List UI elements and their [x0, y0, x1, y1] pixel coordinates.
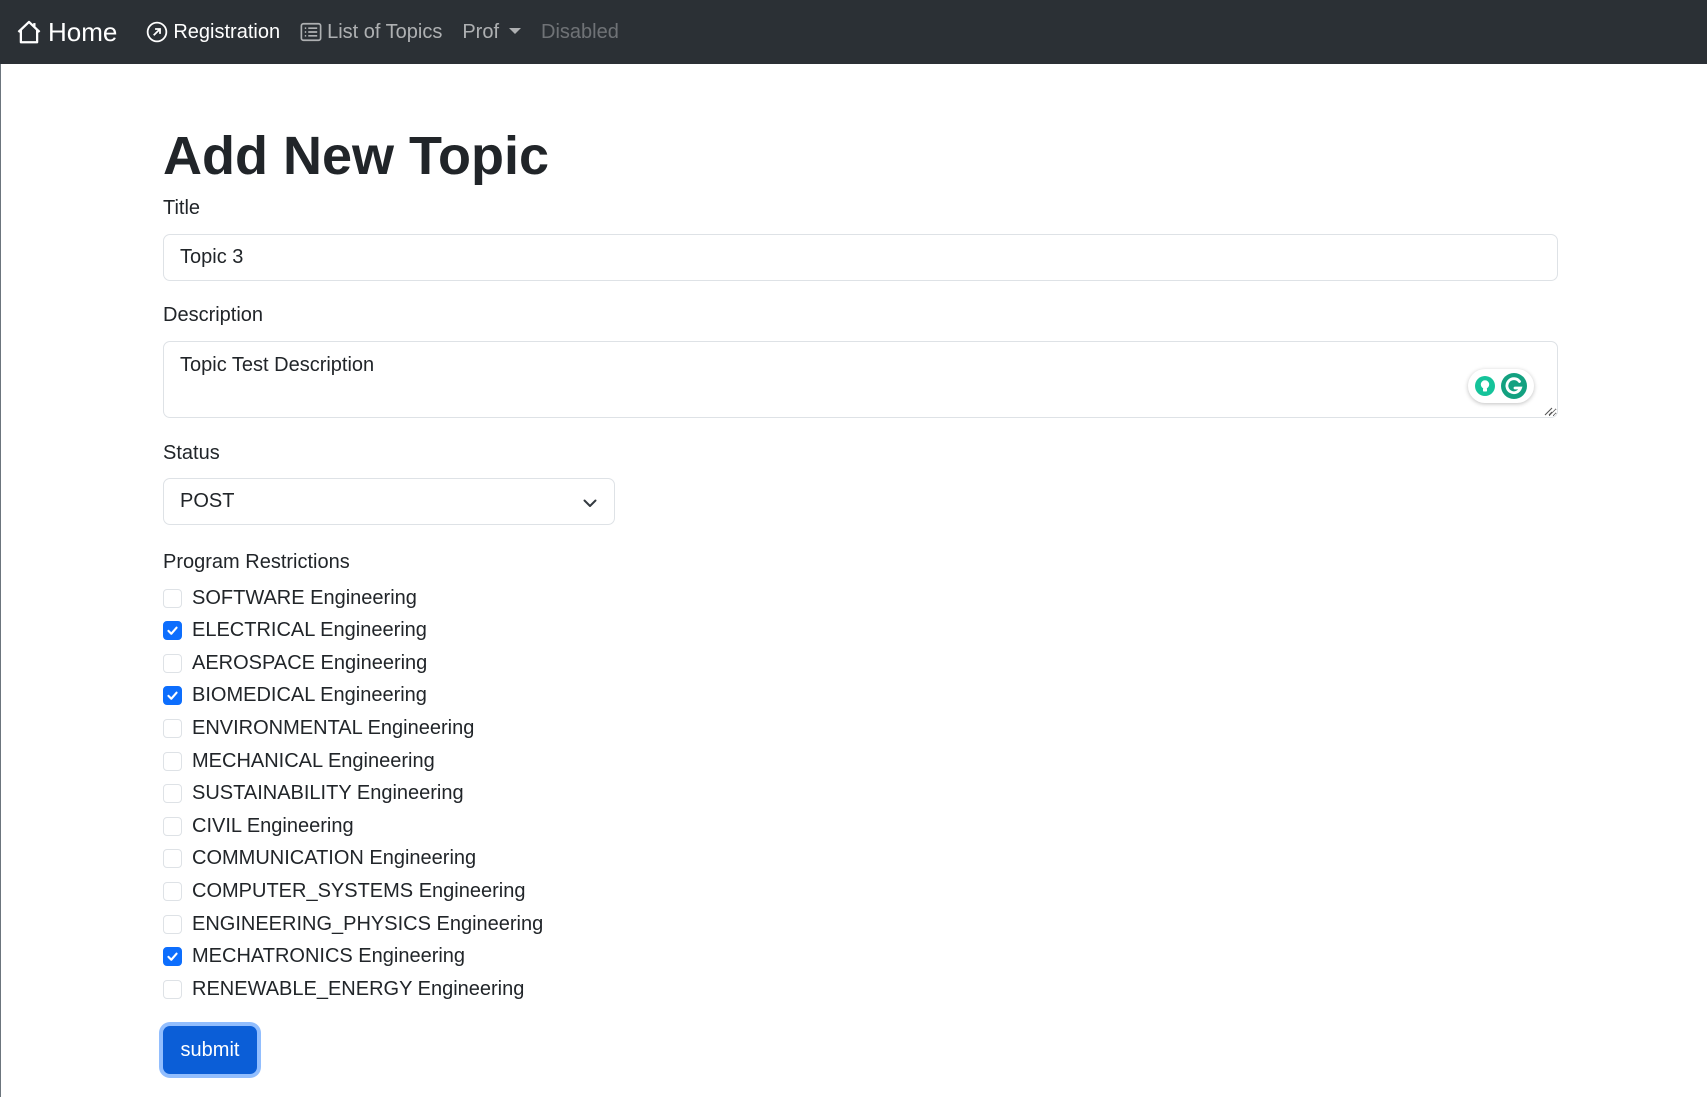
program-checkbox-row[interactable]: SUSTAINABILITY Engineering — [163, 778, 464, 810]
page-left-border — [0, 64, 1, 1097]
nav-registration[interactable]: Registration — [146, 0, 280, 64]
description-label: Description — [163, 304, 264, 326]
checkmark-icon — [167, 691, 178, 701]
program-checkbox-row[interactable]: MECHANICAL Engineering — [163, 745, 435, 777]
program-restrictions-label: Program Restrictions — [163, 551, 350, 573]
nav-disabled: Disabled — [541, 0, 619, 64]
program-checkbox-row[interactable]: ENGINEERING_PHYSICS Engineering — [163, 908, 543, 940]
program-checkbox[interactable] — [163, 947, 182, 967]
program-checkbox-label: MECHANICAL Engineering — [192, 749, 435, 772]
house-icon — [17, 20, 41, 44]
nav-prof-label: Prof — [462, 20, 500, 43]
nav-disabled-label: Disabled — [541, 20, 619, 43]
program-checkbox-row[interactable]: MECHATRONICS Engineering — [163, 941, 465, 973]
top-navbar: Home Registration List of Topics Prof Di… — [0, 0, 1707, 64]
grammarly-icon — [1501, 373, 1527, 399]
checkmark-icon — [167, 952, 178, 961]
program-checkbox-label: BIOMEDICAL Engineering — [192, 684, 427, 707]
resize-grip-icon[interactable] — [1543, 406, 1553, 416]
chevron-down-icon — [583, 499, 597, 507]
program-checkbox[interactable] — [163, 718, 182, 738]
program-checkbox-row[interactable]: BIOMEDICAL Engineering — [163, 680, 427, 712]
program-checkbox-row[interactable]: AEROSPACE Engineering — [163, 647, 427, 679]
submit-button[interactable]: submit — [163, 1026, 257, 1074]
title-input[interactable] — [163, 234, 1558, 281]
caret-down-icon — [509, 28, 522, 34]
program-checkbox[interactable] — [163, 914, 182, 934]
program-checkbox-row[interactable]: RENEWABLE_ENERGY Engineering — [163, 973, 524, 1005]
program-checkbox-row[interactable]: COMMUNICATION Engineering — [163, 843, 476, 875]
checkmark-icon — [167, 626, 178, 635]
program-checkbox[interactable] — [163, 588, 182, 608]
home-link[interactable]: Home — [16, 0, 117, 64]
program-checkbox-row[interactable]: SOFTWARE Engineering — [163, 582, 417, 614]
grammarly-widget[interactable] — [1468, 369, 1534, 403]
nav-registration-label: Registration — [173, 20, 281, 43]
lightbulb-icon — [1475, 376, 1495, 396]
program-checkbox-label: SUSTAINABILITY Engineering — [192, 782, 464, 805]
program-checkbox-label: COMPUTER_SYSTEMS Engineering — [192, 879, 526, 902]
title-label: Title — [163, 197, 201, 219]
program-checkbox[interactable] — [163, 686, 182, 706]
status-select-value: POST — [180, 490, 235, 512]
program-checkbox-label: RENEWABLE_ENERGY Engineering — [192, 977, 525, 1000]
description-textarea[interactable]: Topic Test Description — [163, 341, 1558, 418]
status-label: Status — [163, 442, 220, 464]
program-checkbox-label: COMMUNICATION Engineering — [192, 847, 477, 870]
program-checkbox-label: SOFTWARE Engineering — [192, 586, 417, 609]
nav-list-of-topics[interactable]: List of Topics — [300, 0, 442, 64]
nav-list-of-topics-label: List of Topics — [327, 20, 443, 43]
program-checkbox[interactable] — [163, 979, 182, 999]
program-checkbox[interactable] — [163, 784, 182, 804]
program-checkbox[interactable] — [163, 881, 182, 901]
program-checkbox-row[interactable]: ENVIRONMENTAL Engineering — [163, 712, 474, 744]
program-checkbox[interactable] — [163, 621, 182, 641]
page-title: Add New Topic — [163, 126, 549, 186]
program-checkbox-label: ELECTRICAL Engineering — [192, 619, 427, 642]
program-checkbox-row[interactable]: CIVIL Engineering — [163, 810, 354, 842]
status-select[interactable]: POST — [163, 478, 615, 525]
program-checkbox[interactable] — [163, 816, 182, 836]
program-checkbox-label: AEROSPACE Engineering — [192, 651, 428, 674]
program-checkbox-label: ENVIRONMENTAL Engineering — [192, 716, 475, 739]
home-link-label: Home — [48, 16, 118, 47]
program-checkbox[interactable] — [163, 849, 182, 869]
program-checkbox-label: ENGINEERING_PHYSICS Engineering — [192, 912, 544, 935]
arrow-up-right-circle-icon — [147, 21, 168, 43]
list-icon — [300, 22, 322, 42]
program-checkbox[interactable] — [163, 751, 182, 771]
program-checkbox-row[interactable]: COMPUTER_SYSTEMS Engineering — [163, 875, 525, 907]
program-checkbox[interactable] — [163, 653, 182, 673]
program-checkbox-row[interactable]: ELECTRICAL Engineering — [163, 615, 427, 647]
program-checkbox-label: CIVIL Engineering — [192, 814, 354, 837]
nav-prof-dropdown[interactable]: Prof — [462, 0, 522, 64]
program-checkbox-label: MECHATRONICS Engineering — [192, 945, 466, 968]
